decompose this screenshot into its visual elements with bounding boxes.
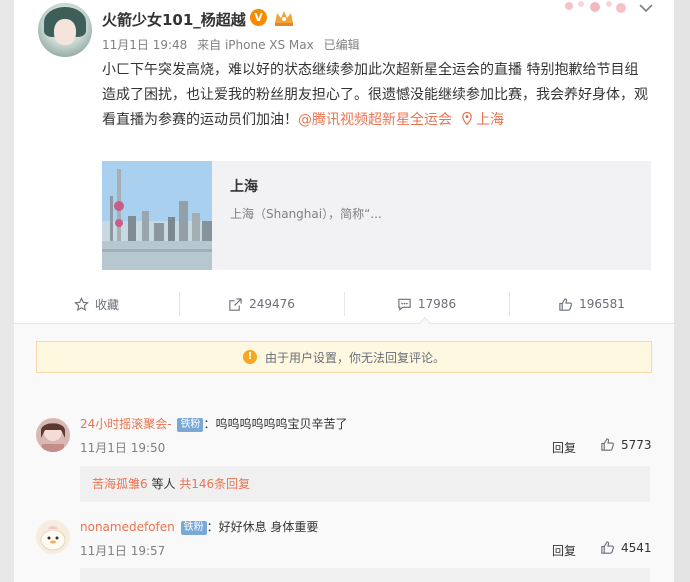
commenter-name[interactable]: 24小时摇滚聚会- bbox=[80, 417, 172, 431]
post-source: 来自 iPhone XS Max bbox=[197, 38, 314, 52]
sub-replies-box[interactable]: 苦海孤雏6 等人 共146条回复 bbox=[80, 466, 650, 502]
reply-button[interactable]: 回复 bbox=[552, 439, 576, 456]
edited-label[interactable]: 已编辑 bbox=[324, 38, 360, 52]
fan-badge[interactable]: 铁粉 bbox=[177, 418, 204, 432]
like-count: 196581 bbox=[579, 297, 625, 311]
scrollbar-track[interactable] bbox=[674, 0, 690, 582]
member-crown-icon[interactable] bbox=[273, 8, 295, 27]
author-avatar[interactable] bbox=[38, 3, 92, 57]
sub-replies-box[interactable] bbox=[80, 568, 650, 582]
action-bar: 收藏 249476 17986 196581 bbox=[14, 286, 674, 322]
commenter-avatar[interactable] bbox=[36, 418, 70, 452]
card-decoration-icon bbox=[565, 1, 626, 13]
sub-reply-mid: 等人 bbox=[147, 477, 180, 491]
comment-text: ：呜呜呜呜呜呜宝贝辛苦了 bbox=[203, 417, 348, 431]
location-pin-icon bbox=[462, 112, 472, 125]
collect-label: 收藏 bbox=[94, 297, 119, 312]
warning-icon: ! bbox=[242, 350, 257, 364]
comment-time: 11月1日 19:50 bbox=[80, 441, 166, 455]
shanghai-skyline-image bbox=[102, 161, 212, 270]
author-name[interactable]: 火箭少女101_杨超越 bbox=[102, 9, 246, 30]
commenter-avatar[interactable] bbox=[36, 520, 70, 554]
star-icon bbox=[74, 296, 89, 311]
comment-count: 17986 bbox=[417, 297, 457, 311]
comment-time: 11月1日 19:57 bbox=[80, 544, 166, 558]
location-link-card[interactable]: 上海 上海（Shanghai），简称“... bbox=[102, 161, 651, 270]
post-meta: 11月1日 19:48 来自 iPhone XS Max 已编辑 bbox=[102, 36, 366, 53]
link-card-desc: 上海（Shanghai），简称“... bbox=[230, 207, 382, 221]
reply-button[interactable]: 回复 bbox=[552, 542, 576, 559]
mention-link[interactable]: @腾讯视频超新星全运会 bbox=[298, 112, 452, 128]
link-card-title: 上海 bbox=[230, 179, 258, 195]
reply-restriction-notice: ! 由于用户设置，你无法回复评论。 bbox=[36, 341, 652, 373]
share-icon bbox=[229, 297, 242, 311]
collect-button[interactable]: 收藏 bbox=[14, 286, 179, 322]
caret-up-icon bbox=[419, 317, 431, 324]
thumbs-up-icon bbox=[601, 438, 614, 451]
comment-text: ：好好休息 身体重要 bbox=[206, 520, 319, 534]
comment-line: 24小时摇滚聚会- 铁粉 ：呜呜呜呜呜呜宝贝辛苦了 bbox=[80, 415, 347, 432]
weibo-post-card: 火箭少女101_杨超越 V 11月1日 19:48 来自 iPhone XS M… bbox=[14, 0, 674, 582]
sub-reply-user[interactable]: 苦海孤雏6 bbox=[92, 477, 148, 491]
post-time[interactable]: 11月1日 19:48 bbox=[102, 38, 187, 52]
repost-button[interactable]: 249476 bbox=[179, 286, 344, 322]
comment-icon bbox=[398, 298, 411, 311]
location-link[interactable]: 上海 bbox=[476, 112, 504, 128]
sub-replies-summary: 苦海孤雏6 等人 共146条回复 bbox=[92, 475, 250, 492]
fan-badge[interactable]: 铁粉 bbox=[180, 521, 207, 535]
thumbs-up-icon bbox=[601, 541, 614, 554]
repost-count: 249476 bbox=[249, 297, 295, 311]
sub-reply-count-link[interactable]: 共146条回复 bbox=[179, 477, 250, 491]
notice-text: 由于用户设置，你无法回复评论。 bbox=[264, 350, 445, 365]
post-content: 小ㄈ下午突发高烧，难以好的状态继续参加此次超新星全运会的直播 特别抱歉给节目组造… bbox=[102, 58, 650, 133]
comment-like-count: 4541 bbox=[621, 540, 652, 555]
comment-like-button[interactable]: 4541 bbox=[600, 540, 652, 555]
like-button[interactable]: 196581 bbox=[509, 286, 674, 322]
comment-line: nonamedefofen 铁粉 ：好好休息 身体重要 bbox=[80, 518, 318, 535]
thumbs-up-icon bbox=[559, 297, 573, 311]
verified-icon: V bbox=[250, 9, 267, 26]
comment-like-count: 5773 bbox=[621, 437, 652, 452]
commenter-name[interactable]: nonamedefofen bbox=[80, 520, 175, 534]
chevron-down-icon[interactable] bbox=[638, 2, 654, 14]
comment-like-button[interactable]: 5773 bbox=[600, 437, 652, 452]
